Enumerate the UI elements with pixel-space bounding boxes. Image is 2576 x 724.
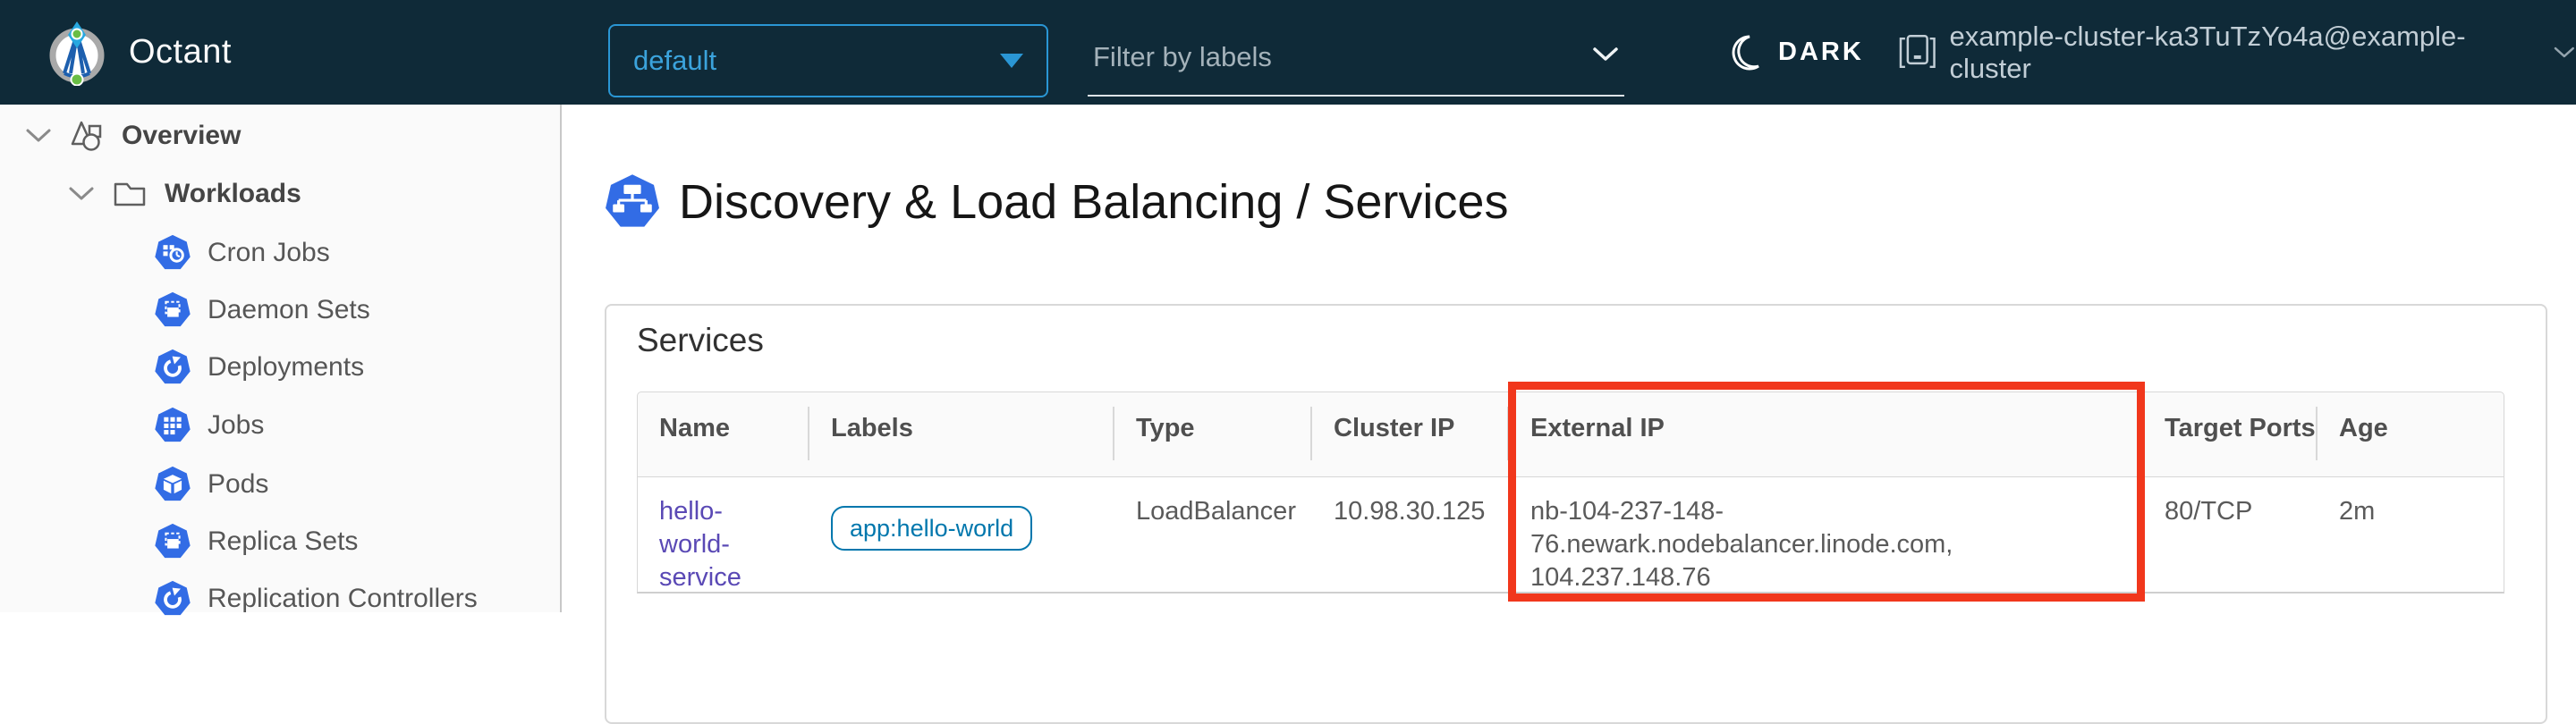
namespace-select-value: default [633, 45, 716, 77]
service-link[interactable]: hello-world-service [659, 495, 770, 594]
cron-jobs-icon [154, 234, 191, 272]
sidebar-item-label: Deployments [208, 352, 364, 383]
column-header-type: Type [1114, 392, 1312, 476]
page-title: Discovery & Load Balancing / Services [679, 174, 1508, 230]
objects-icon [68, 117, 106, 155]
sidebar-item-deployments[interactable]: Deployments [154, 349, 364, 385]
folder-icon [111, 175, 148, 213]
dark-theme-toggle[interactable]: DARK [1726, 0, 1864, 105]
cell-external-ip: nb-104-237-148-76.newark.nodebalancer.li… [1509, 477, 2143, 594]
services-card-title: Services [637, 322, 764, 359]
sidebar-item-label: Replica Sets [208, 526, 358, 557]
sidebar-item-label: Replication Controllers [208, 584, 478, 614]
cell-labels: app:hello-world [809, 477, 1114, 594]
column-header-age: Age [2318, 392, 2505, 476]
deployments-icon [154, 349, 191, 386]
sidebar-item-label: Jobs [208, 410, 264, 441]
dark-theme-label: DARK [1778, 38, 1864, 67]
label-tag[interactable]: app:hello-world [831, 506, 1032, 551]
column-header-name: Name [638, 392, 809, 476]
octant-logo-icon [45, 20, 109, 86]
sidebar-item-label: Workloads [165, 179, 301, 209]
replica-sets-icon [154, 523, 191, 560]
sidebar-item-jobs[interactable]: Jobs [154, 408, 264, 443]
sidebar-item-workloads[interactable]: Workloads [66, 176, 301, 212]
caret-down-icon [1000, 54, 1023, 68]
chevron-down-icon[interactable] [1592, 46, 1619, 67]
sidebar-item-cron-jobs[interactable]: Cron Jobs [154, 235, 330, 271]
chevron-down-icon[interactable] [66, 186, 97, 202]
external-ip-line-1: nb-104-237-148-76.newark.nodebalancer.li… [1530, 495, 2143, 561]
cell-target-ports: 80/TCP [2143, 477, 2318, 594]
chevron-down-icon [2553, 46, 2576, 60]
sidebar-item-daemon-sets[interactable]: Daemon Sets [154, 292, 370, 328]
column-header-labels: Labels [809, 392, 1114, 476]
sidebar-item-label: Daemon Sets [208, 295, 370, 325]
sidebar-item-replication-controllers[interactable]: Replication Controllers [154, 581, 478, 617]
label-filter-input[interactable] [1088, 41, 1592, 79]
column-header-external-ip: External IP [1509, 392, 2143, 476]
cell-type: LoadBalancer [1114, 477, 1312, 594]
sidebar-item-label: Pods [208, 469, 268, 500]
sidebar-item-overview[interactable]: Overview [23, 118, 241, 154]
jobs-icon [154, 407, 191, 444]
label-filter [1088, 25, 1624, 97]
top-navbar: Octant default DARK example-cluster-ka3T… [0, 0, 2576, 105]
external-ip-line-2: 104.237.148.76 [1530, 561, 2143, 594]
cluster-context-menu[interactable]: example-cluster-ka3TuTzYo4a@example-clus… [1898, 0, 2576, 105]
cluster-context-label: example-cluster-ka3TuTzYo4a@example-clus… [1950, 21, 2541, 85]
column-header-cluster-ip: Cluster IP [1312, 392, 1509, 476]
table-row: hello-world-service app:hello-world Load… [637, 477, 2504, 594]
cell-cluster-ip: 10.98.30.125 [1312, 477, 1509, 594]
daemon-sets-icon [154, 291, 191, 329]
table-header-row: Name Labels Type Cluster IP External IP … [637, 391, 2504, 477]
sidebar-item-pods[interactable]: Pods [154, 467, 268, 502]
sidebar-item-replica-sets[interactable]: Replica Sets [154, 524, 358, 560]
sidebar-nav: Overview Workloads Cron Jobs [0, 105, 562, 612]
services-table: Name Labels Type Cluster IP External IP … [637, 391, 2504, 594]
pods-icon [154, 466, 191, 503]
app-title: Octant [129, 0, 232, 105]
cell-name: hello-world-service [638, 477, 809, 594]
moon-icon [1726, 33, 1762, 72]
chevron-down-icon[interactable] [23, 128, 54, 144]
services-icon [604, 173, 661, 231]
sidebar-item-label: Cron Jobs [208, 238, 330, 268]
page-header: Discovery & Load Balancing / Services [604, 173, 1508, 231]
cell-age: 2m [2318, 477, 2505, 594]
sidebar-item-label: Overview [122, 121, 241, 151]
namespace-select[interactable]: default [608, 24, 1048, 97]
column-header-target-ports: Target Ports [2143, 392, 2318, 476]
cluster-icon [1898, 34, 1937, 72]
main-content: Discovery & Load Balancing / Services Se… [562, 105, 2576, 612]
